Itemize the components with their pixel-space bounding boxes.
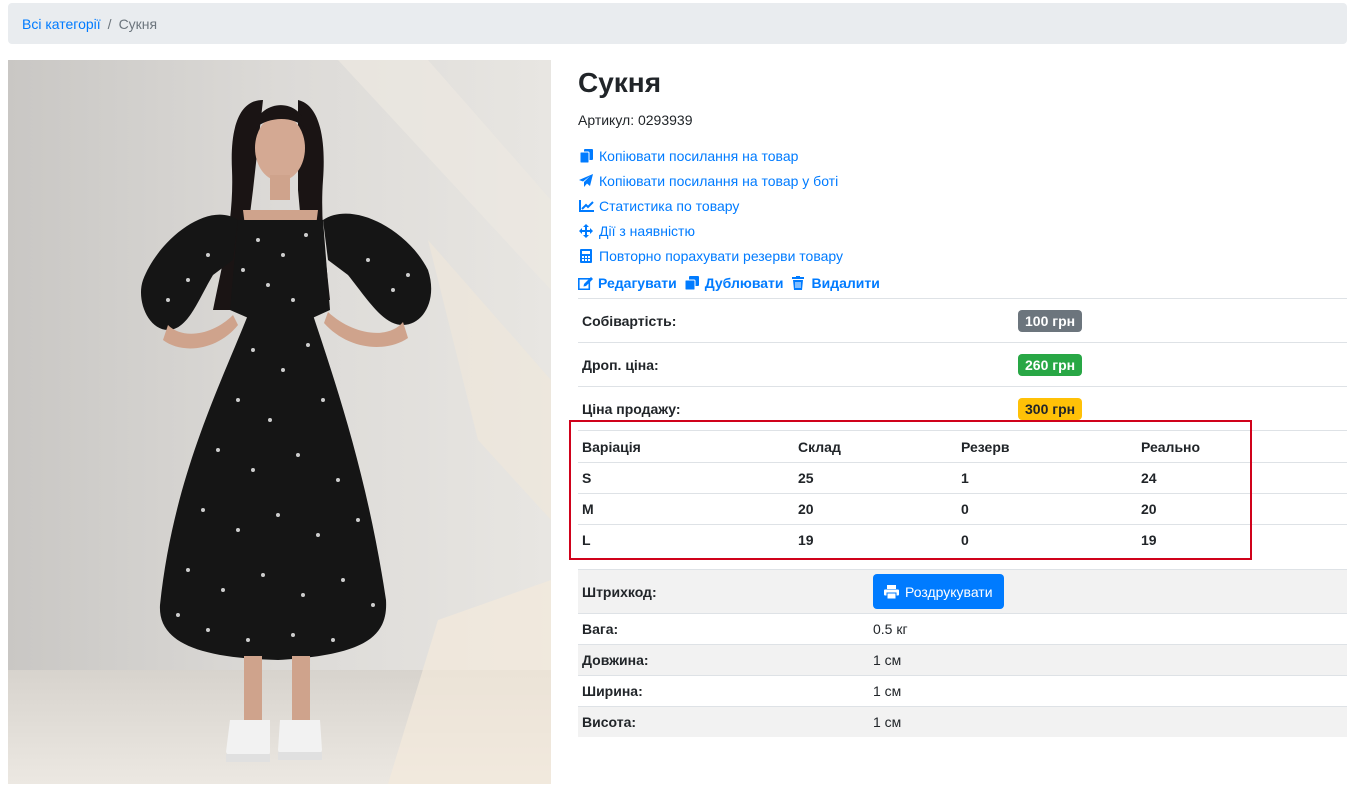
edit-button[interactable]: Редагувати bbox=[578, 275, 677, 291]
col-header: Склад bbox=[794, 430, 957, 463]
table-row: M 20 0 20 bbox=[578, 493, 1347, 525]
table-row: L 19 0 19 bbox=[578, 524, 1347, 555]
breadcrumb-all-categories-link[interactable]: Всі категорії bbox=[22, 16, 101, 32]
spec-value: 1 см bbox=[869, 706, 1347, 737]
trash-icon bbox=[791, 276, 808, 290]
breadcrumb-current: Сукня bbox=[118, 15, 158, 32]
spec-label: Вага: bbox=[578, 613, 869, 645]
drop-price-badge: 260 грн bbox=[1018, 353, 1083, 376]
barcode-row: Штрихкод: Роздрукувати bbox=[578, 569, 1347, 614]
spec-label: Довжина: bbox=[578, 644, 869, 676]
barcode-label: Штрихкод: bbox=[578, 569, 869, 614]
spec-row: Висота: 1 см bbox=[578, 706, 1347, 737]
calculator-icon bbox=[578, 248, 594, 263]
copy-link-action[interactable]: Копіювати посилання на товар bbox=[578, 143, 1347, 168]
sale-price-badge: 300 грн bbox=[1018, 397, 1083, 420]
product-photo[interactable] bbox=[8, 60, 551, 784]
clone-icon bbox=[684, 276, 701, 290]
col-header: Резерв bbox=[957, 430, 1137, 463]
variation-stock: 20 bbox=[794, 493, 957, 525]
recalculate-reserves-action[interactable]: Повторно порахувати резерви товару bbox=[578, 243, 1347, 268]
telegram-plane-icon bbox=[578, 174, 594, 188]
variations-header-row: Варіація Склад Резерв Реально bbox=[578, 430, 1347, 463]
price-table: Собівартість: 100 грн Дроп. ціна: 260 гр… bbox=[578, 298, 1347, 430]
price-row: Ціна продажу: 300 грн bbox=[578, 386, 1347, 430]
edit-icon bbox=[578, 276, 594, 290]
price-label: Собівартість: bbox=[578, 298, 1014, 343]
edit-toolbar: Редагувати Дублювати Видалити bbox=[578, 268, 1347, 298]
stock-actions-label: Дії з наявністю bbox=[599, 222, 695, 239]
variations-table: Варіація Склад Резерв Реально S 25 1 24 … bbox=[578, 430, 1347, 555]
breadcrumb-separator: / bbox=[107, 15, 112, 32]
variation-reserve: 1 bbox=[957, 462, 1137, 494]
product-info: Сукня Артикул: 0293939 Копіювати посилан… bbox=[569, 60, 1347, 737]
copy-bot-link-action[interactable]: Копіювати посилання на товар у боті bbox=[578, 168, 1347, 193]
chart-line-icon bbox=[578, 199, 594, 213]
recalculate-reserves-label: Повторно порахувати резерви товару bbox=[599, 247, 844, 264]
spec-value: 1 см bbox=[869, 644, 1347, 676]
delete-button[interactable]: Видалити bbox=[791, 275, 880, 291]
variation-available: 24 bbox=[1137, 462, 1347, 494]
cost-price-badge: 100 грн bbox=[1018, 309, 1083, 332]
copy-link-label: Копіювати посилання на товар bbox=[599, 147, 799, 164]
product-statistics-action[interactable]: Статистика по товару bbox=[578, 193, 1347, 218]
product-sku: Артикул: 0293939 bbox=[578, 112, 693, 128]
price-label: Ціна продажу: bbox=[578, 386, 1014, 430]
spec-label: Висота: bbox=[578, 706, 869, 737]
price-row: Дроп. ціна: 260 грн bbox=[578, 342, 1347, 387]
price-row: Собівартість: 100 грн bbox=[578, 298, 1347, 343]
copy-icon bbox=[578, 148, 594, 163]
print-button[interactable]: Роздрукувати bbox=[873, 574, 1004, 609]
col-header: Реально bbox=[1137, 430, 1347, 463]
specs-table: Штрихкод: Роздрукувати Вага: 0.5 кг Довж… bbox=[578, 569, 1347, 737]
print-label: Роздрукувати bbox=[905, 583, 993, 600]
price-label: Дроп. ціна: bbox=[578, 342, 1014, 387]
variation-reserve: 0 bbox=[957, 493, 1137, 525]
variations-section: Варіація Склад Резерв Реально S 25 1 24 … bbox=[569, 420, 1347, 560]
duplicate-label: Дублювати bbox=[704, 275, 784, 291]
spec-row: Вага: 0.5 кг bbox=[578, 613, 1347, 645]
product-statistics-label: Статистика по товару bbox=[599, 197, 740, 214]
variation-stock: 25 bbox=[794, 462, 957, 494]
arrows-icon bbox=[578, 223, 594, 238]
variation-available: 19 bbox=[1137, 524, 1347, 555]
spec-value: 1 см bbox=[869, 675, 1347, 707]
variation-size: L bbox=[578, 524, 794, 555]
stock-actions-action[interactable]: Дії з наявністю bbox=[578, 218, 1347, 243]
delete-label: Видалити bbox=[811, 275, 880, 291]
product-title: Сукня bbox=[578, 67, 662, 98]
duplicate-button[interactable]: Дублювати bbox=[684, 275, 784, 291]
spec-row: Довжина: 1 см bbox=[578, 644, 1347, 676]
product-actions: Копіювати посилання на товар Копіювати п… bbox=[578, 143, 1347, 268]
print-icon bbox=[884, 584, 899, 599]
spec-label: Ширина: bbox=[578, 675, 869, 707]
variation-reserve: 0 bbox=[957, 524, 1137, 555]
spec-value: 0.5 кг bbox=[869, 613, 1347, 645]
spec-row: Ширина: 1 см bbox=[578, 675, 1347, 707]
copy-bot-link-label: Копіювати посилання на товар у боті bbox=[599, 172, 839, 189]
table-row: S 25 1 24 bbox=[578, 462, 1347, 494]
variation-stock: 19 bbox=[794, 524, 957, 555]
col-header: Варіація bbox=[578, 430, 794, 463]
edit-label: Редагувати bbox=[598, 275, 677, 291]
variation-available: 20 bbox=[1137, 493, 1347, 525]
breadcrumb: Всі категорії / Сукня bbox=[8, 3, 1347, 44]
variation-size: S bbox=[578, 462, 794, 494]
variation-size: M bbox=[578, 493, 794, 525]
